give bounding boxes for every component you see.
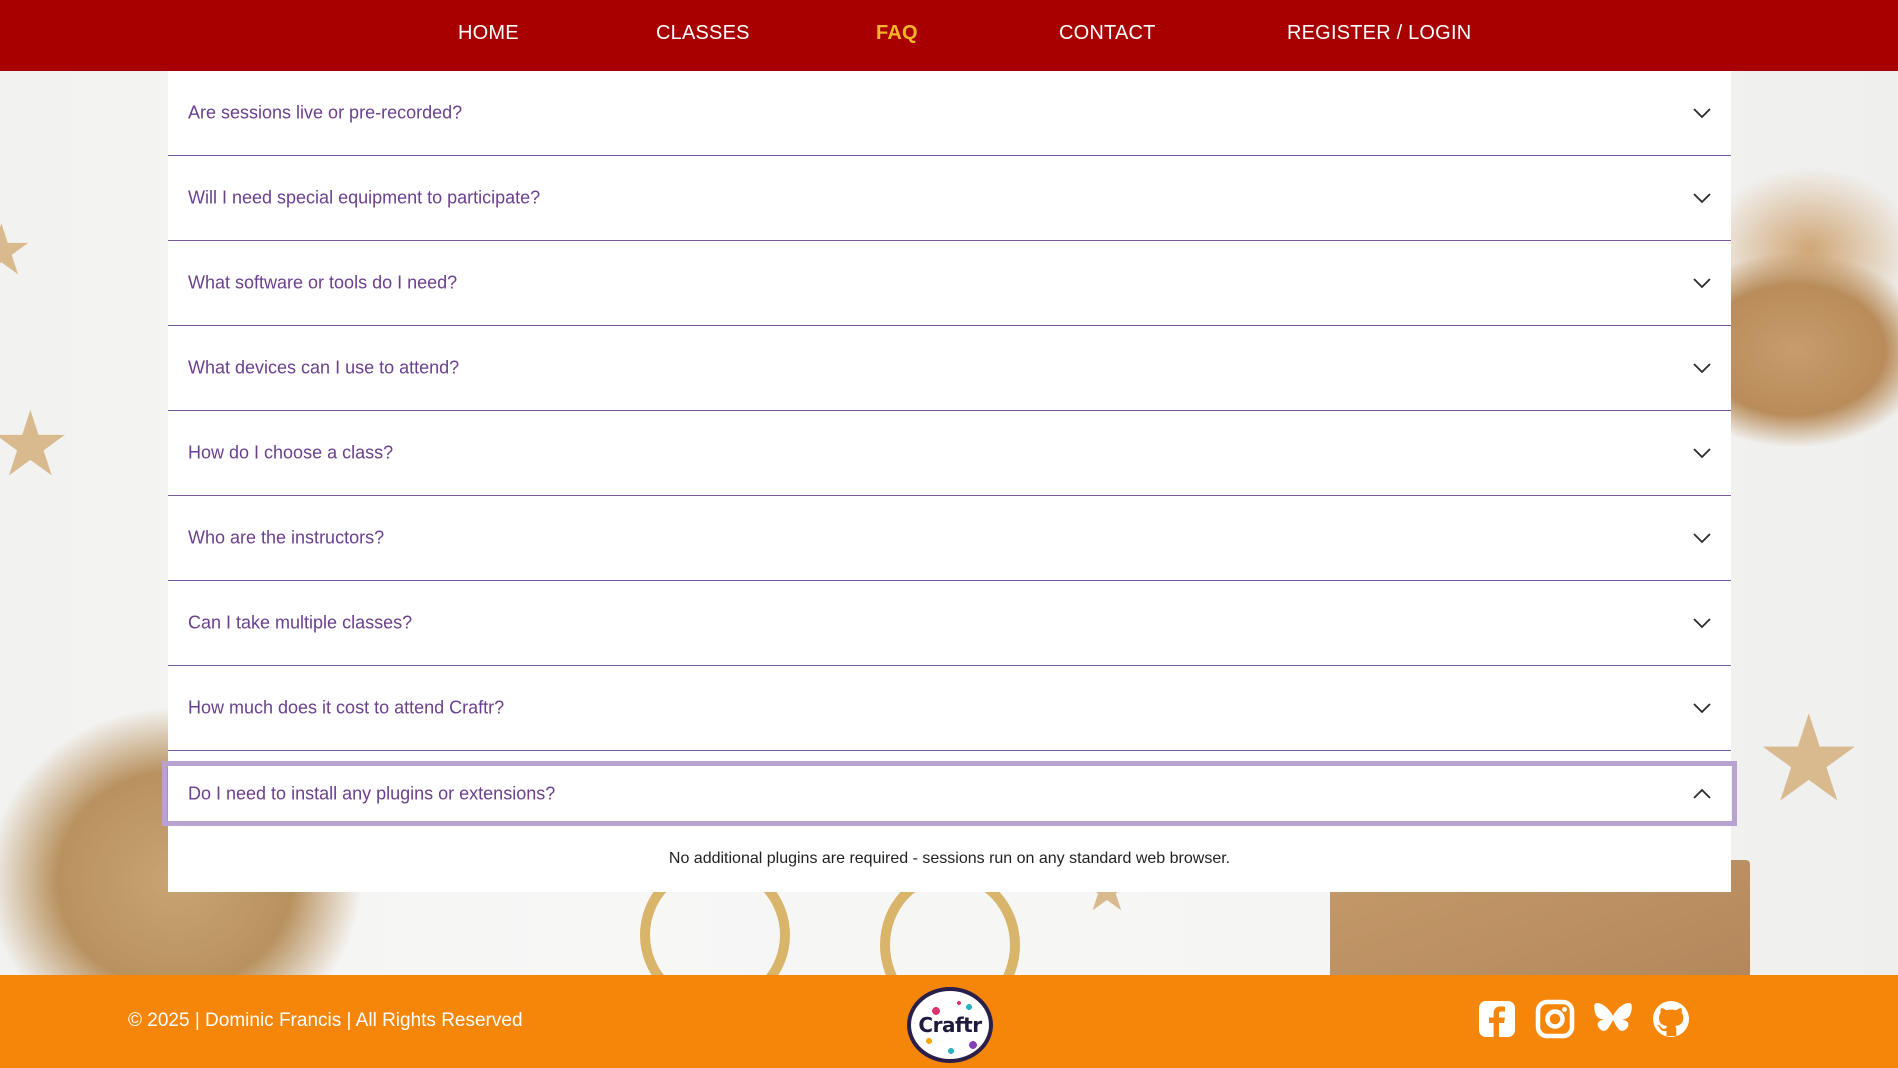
- main-navbar: HOME CLASSES FAQ CONTACT REGISTER / LOGI…: [0, 0, 1898, 71]
- faq-answer: No additional plugins are required - ses…: [168, 826, 1731, 892]
- footer: © 2025 | Dominic Francis | All Rights Re…: [0, 975, 1898, 1068]
- faq-item[interactable]: What software or tools do I need?: [168, 241, 1731, 326]
- faq-item[interactable]: How do I choose a class?: [168, 411, 1731, 496]
- faq-question: How much does it cost to attend Craftr?: [188, 697, 505, 718]
- facebook-icon[interactable]: [1477, 999, 1517, 1039]
- faq-question: Can I take multiple classes?: [188, 612, 413, 633]
- faq-item[interactable]: Will I need special equipment to partici…: [168, 156, 1731, 241]
- faq-item[interactable]: How much does it cost to attend Craftr?: [168, 666, 1731, 751]
- chevron-down-icon: [1693, 618, 1711, 629]
- chevron-down-icon: [1693, 703, 1711, 714]
- instagram-icon[interactable]: [1535, 999, 1575, 1039]
- nav-register-login[interactable]: REGISTER / LOGIN: [1287, 22, 1471, 45]
- faq-item[interactable]: Can I take multiple classes?: [168, 581, 1731, 666]
- copyright-text: © 2025 | Dominic Francis | All Rights Re…: [128, 1010, 523, 1031]
- faq-item[interactable]: Are sessions live or pre-recorded?: [168, 71, 1731, 156]
- faq-question: Do I need to install any plugins or exte…: [188, 783, 556, 803]
- nav-faq[interactable]: FAQ: [876, 22, 918, 45]
- faq-question: How do I choose a class?: [188, 442, 394, 463]
- faq-accordion: Are sessions live or pre-recorded? Will …: [162, 71, 1737, 892]
- wooden-star-right: ★: [1755, 690, 1863, 829]
- wooden-star-left: ★: [0, 392, 71, 497]
- chevron-down-icon: [1693, 448, 1711, 459]
- nav-home[interactable]: HOME: [458, 22, 519, 45]
- craftr-logo[interactable]: Craftr: [907, 987, 993, 1063]
- chevron-down-icon: [1693, 533, 1711, 544]
- github-icon[interactable]: [1651, 999, 1691, 1039]
- faq-question: Are sessions live or pre-recorded?: [188, 102, 463, 123]
- nav-classes[interactable]: CLASSES: [656, 22, 750, 45]
- faq-item[interactable]: Who are the instructors?: [168, 496, 1731, 581]
- chevron-down-icon: [1693, 278, 1711, 289]
- faq-question: What devices can I use to attend?: [188, 357, 460, 378]
- chevron-up-icon: [1693, 788, 1711, 799]
- faq-question: What software or tools do I need?: [188, 272, 458, 293]
- bluesky-icon[interactable]: [1593, 999, 1633, 1039]
- logo-text: Craftr: [918, 1013, 982, 1037]
- faq-item-expanded[interactable]: Do I need to install any plugins or exte…: [162, 761, 1737, 826]
- faq-answer-text: No additional plugins are required - ses…: [668, 850, 1231, 867]
- chevron-down-icon: [1693, 363, 1711, 374]
- faq-item[interactable]: What devices can I use to attend?: [168, 326, 1731, 411]
- wooden-star-top-left: ★: [0, 209, 33, 291]
- faq-question: Will I need special equipment to partici…: [188, 187, 541, 208]
- chevron-down-icon: [1693, 193, 1711, 204]
- faq-question: Who are the instructors?: [188, 527, 385, 548]
- chevron-down-icon: [1693, 108, 1711, 119]
- nav-contact[interactable]: CONTACT: [1059, 22, 1156, 45]
